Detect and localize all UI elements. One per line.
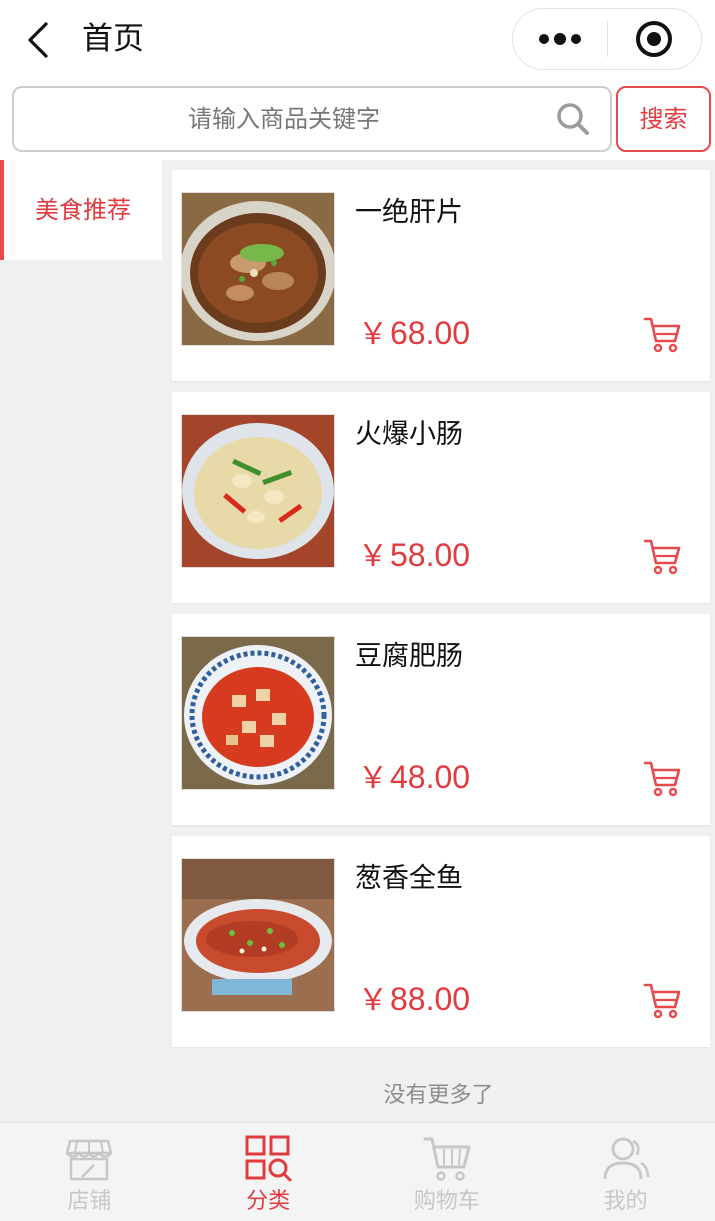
product-card[interactable]: 火爆小肠 ￥58.00 xyxy=(172,392,710,603)
search-button[interactable]: 搜索 xyxy=(616,86,711,152)
product-name: 一绝肝片 xyxy=(355,197,463,228)
page-title: 首页 xyxy=(82,21,144,57)
product-card[interactable]: 豆腐肥肠 ￥48.00 xyxy=(172,614,710,825)
mini-program-capsule xyxy=(512,8,702,70)
close-mini-program-button[interactable] xyxy=(608,9,702,69)
search-input[interactable] xyxy=(14,88,554,150)
tab-cart[interactable]: 购物车 xyxy=(358,1123,537,1221)
price-value: 58.00 xyxy=(390,537,471,573)
product-card[interactable]: 一绝肝片 ￥68.00 xyxy=(172,170,710,381)
product-price: ￥48.00 xyxy=(358,752,470,804)
price-value: 48.00 xyxy=(390,759,471,795)
product-name: 葱香全鱼 xyxy=(355,863,463,894)
dish-photo-tofu xyxy=(182,637,334,789)
nav-header: 首页 xyxy=(0,0,715,80)
category-icon xyxy=(245,1135,292,1182)
price-value: 88.00 xyxy=(390,981,471,1017)
tab-label: 我的 xyxy=(603,1189,648,1214)
bottom-tab-bar: 店铺 分类 购物车 我的 xyxy=(0,1122,715,1221)
product-name: 豆腐肥肠 xyxy=(355,641,463,672)
product-image[interactable] xyxy=(181,192,335,346)
back-button[interactable] xyxy=(18,18,58,62)
search-icon[interactable] xyxy=(556,102,590,136)
cart-icon[interactable] xyxy=(642,314,682,354)
price-value: 68.00 xyxy=(390,315,471,351)
chevron-left-icon xyxy=(28,22,48,58)
tab-profile[interactable]: 我的 xyxy=(536,1123,715,1221)
target-circle-icon xyxy=(636,21,673,57)
product-price: ￥68.00 xyxy=(358,308,470,360)
store-icon xyxy=(66,1139,113,1181)
currency-symbol: ￥ xyxy=(358,318,388,351)
category-sidebar: 美食推荐 xyxy=(0,160,162,1122)
more-button[interactable] xyxy=(513,9,607,69)
product-price: ￥58.00 xyxy=(358,530,470,582)
sidebar-item-food-recommend[interactable]: 美食推荐 xyxy=(0,160,162,260)
currency-symbol: ￥ xyxy=(358,762,388,795)
product-name: 火爆小肠 xyxy=(355,419,463,450)
list-end-message: 没有更多了 xyxy=(383,1083,494,1108)
search-box xyxy=(12,86,612,152)
cart-icon[interactable] xyxy=(642,536,682,576)
product-price: ￥88.00 xyxy=(358,974,470,1026)
product-list: 一绝肝片 ￥68.00 火爆小肠 ￥58.00 豆腐肥肠 ￥48.00 葱香全鱼… xyxy=(172,170,710,1058)
cart-icon[interactable] xyxy=(642,758,682,798)
more-dots-icon xyxy=(538,33,581,45)
tab-store[interactable]: 店铺 xyxy=(0,1123,179,1221)
product-image[interactable] xyxy=(181,636,335,790)
product-image[interactable] xyxy=(181,858,335,1012)
tab-label: 购物车 xyxy=(413,1189,480,1214)
tab-category[interactable]: 分类 xyxy=(179,1123,358,1221)
product-image[interactable] xyxy=(181,414,335,568)
currency-symbol: ￥ xyxy=(358,540,388,573)
dish-photo-liver xyxy=(182,193,334,345)
tab-label: 店铺 xyxy=(67,1189,112,1214)
user-icon xyxy=(603,1137,649,1180)
currency-symbol: ￥ xyxy=(358,984,388,1017)
dish-photo-intestine xyxy=(182,415,334,567)
cart-icon xyxy=(423,1137,471,1181)
cart-icon[interactable] xyxy=(642,980,682,1020)
tab-label: 分类 xyxy=(246,1189,291,1214)
product-card[interactable]: 葱香全鱼 ￥88.00 xyxy=(172,836,710,1047)
dish-photo-fish xyxy=(182,859,334,1011)
search-bar: 搜索 xyxy=(0,80,715,160)
